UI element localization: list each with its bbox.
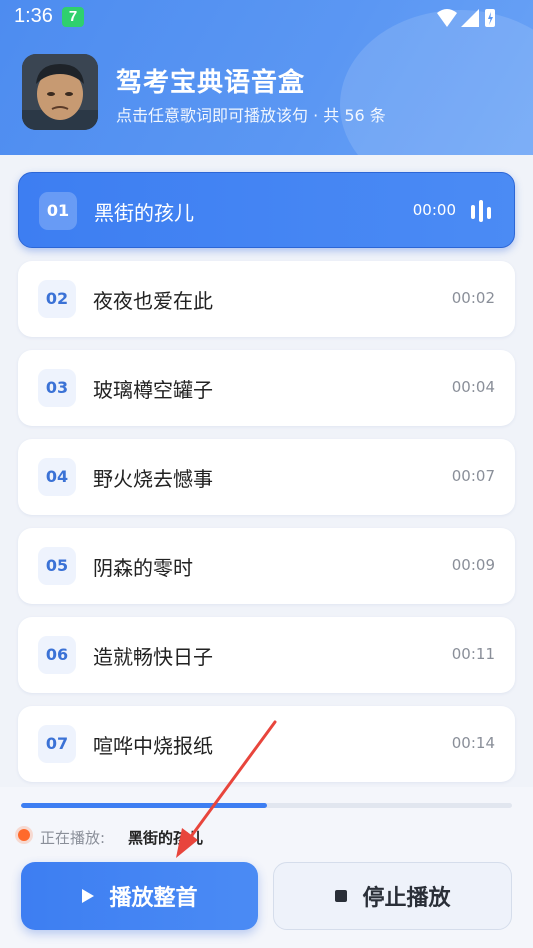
track-time: 00:00	[412, 201, 456, 219]
track-title: 阴森的零时	[93, 556, 193, 580]
signal-icon	[461, 9, 479, 27]
player-panel: 正在播放: 黑街的孩儿 播放整首 停止播放	[0, 787, 533, 948]
track-title: 野火烧去憾事	[93, 467, 213, 491]
app-header: 1:36 7 驾考宝典语音盒 点击任意歌词即可播放该句 · 共 56 条	[0, 0, 533, 155]
avatar-image	[22, 54, 98, 130]
notification-badge: 7	[62, 7, 84, 27]
status-bar: 1:36 7	[0, 0, 533, 36]
track-number: 06	[38, 636, 76, 674]
stop-label: 停止播放	[362, 885, 451, 910]
track-time: 00:04	[451, 378, 495, 396]
track-time: 00:02	[451, 289, 495, 307]
progress-fill	[21, 803, 267, 808]
track-title: 夜夜也爱在此	[93, 289, 213, 313]
stop-icon	[335, 890, 348, 902]
stop-button[interactable]: 停止播放	[273, 862, 512, 930]
track-row[interactable]: 04 野火烧去憾事 00:07	[18, 439, 515, 515]
track-number: 04	[38, 458, 76, 496]
status-time: 1:36	[14, 5, 53, 27]
now-playing-track: 黑街的孩儿	[128, 829, 204, 847]
avatar	[22, 54, 98, 130]
track-number: 01	[39, 192, 77, 230]
track-time: 00:11	[451, 645, 495, 663]
app-title: 驾考宝典语音盒	[116, 68, 306, 98]
track-title: 喧哗中烧报纸	[93, 734, 213, 758]
track-row[interactable]: 03 玻璃樽空罐子 00:04	[18, 350, 515, 426]
track-row[interactable]: 05 阴森的零时 00:09	[18, 528, 515, 604]
now-playing-label: 正在播放:	[40, 829, 106, 847]
track-number: 02	[38, 280, 76, 318]
track-title: 造就畅快日子	[93, 645, 213, 669]
track-title: 玻璃樽空罐子	[93, 378, 213, 402]
app-subtitle: 点击任意歌词即可播放该句 · 共 56 条	[116, 106, 386, 125]
play-full-button[interactable]: 播放整首	[21, 862, 258, 930]
track-time: 00:14	[451, 734, 495, 752]
play-full-label: 播放整首	[109, 885, 198, 910]
track-row[interactable]: 02 夜夜也爱在此 00:02	[18, 261, 515, 337]
track-number: 07	[38, 725, 76, 763]
track-row[interactable]: 07 喧哗中烧报纸 00:14	[18, 706, 515, 782]
status-icons	[437, 9, 495, 27]
play-icon	[82, 889, 95, 903]
track-row[interactable]: 06 造就畅快日子 00:11	[18, 617, 515, 693]
progress-bar[interactable]	[21, 803, 512, 808]
wifi-icon	[437, 9, 457, 27]
track-number: 03	[38, 369, 76, 407]
track-time: 00:07	[451, 467, 495, 485]
track-row[interactable]: 01 黑街的孩儿 00:00	[18, 172, 515, 248]
playing-indicator-icon	[18, 829, 30, 841]
track-number: 05	[38, 547, 76, 585]
track-title: 黑街的孩儿	[94, 201, 194, 225]
track-time: 00:09	[451, 556, 495, 574]
equalizer-icon	[471, 200, 491, 222]
